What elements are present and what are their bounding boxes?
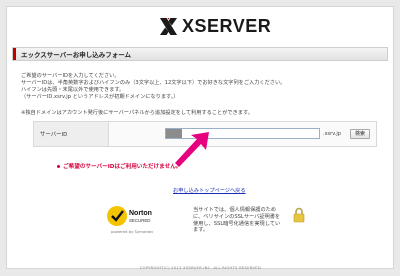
padlock-icon xyxy=(293,207,305,223)
xserver-x-logo-icon xyxy=(159,17,178,35)
error-message: ご希望のサーバーIDはご利用いただけません。 xyxy=(57,162,181,170)
instruction-line: （サーバーID.xsrv.jp というアドレスが初期ドメインになります。） xyxy=(21,94,179,100)
instruction-line: ハイフンは先頭・末尾以外で使用できます。 xyxy=(21,87,125,93)
norton-secured-badge[interactable]: Norton SECURED xyxy=(106,204,156,228)
back-to-top-link[interactable]: お申し込みトップページへ戻る xyxy=(173,187,246,194)
xserver-logo[interactable]: XSERVER xyxy=(159,14,271,38)
server-id-field-body: .xsrv.jp 検索 xyxy=(109,122,376,146)
server-id-label: サーバーID xyxy=(34,122,109,146)
norton-sub: SECURED xyxy=(129,218,150,223)
search-button[interactable]: 検索 xyxy=(350,129,370,139)
brand-name: XSERVER xyxy=(182,15,272,36)
form-title: エックスサーバーお申し込みフォーム xyxy=(21,51,132,59)
error-text: ご希望のサーバーIDはご利用いただけません。 xyxy=(63,164,182,170)
norton-brand: Norton xyxy=(129,210,152,217)
domain-notice: ※独自ドメインはアカウント発行後にサーバーパネルから追加設定をして利用することが… xyxy=(21,110,253,116)
instruction-line: ご希望のサーバーIDを入力してください。 xyxy=(21,73,120,79)
instructions: ご希望のサーバーIDを入力してください。 サーバーIDは、半角英数字およびハイフ… xyxy=(21,73,341,101)
copyright: COPYRIGHT(C) 2013 XSERVER INC. ALL RIGHT… xyxy=(139,265,263,270)
domain-suffix: .xsrv.jp xyxy=(323,131,341,137)
norton-checkmark-seal-icon: Norton SECURED xyxy=(107,206,152,226)
form-title-bar: エックスサーバーお申し込みフォーム xyxy=(12,47,388,61)
application-page: XSERVER エックスサーバーお申し込みフォーム ご希望のサーバーIDを入力し… xyxy=(6,6,394,270)
norton-powered-by: powered by Symantec xyxy=(111,229,154,234)
error-bullet-icon xyxy=(57,164,60,168)
instruction-line: サーバーIDは、半角英数字およびハイフンのみ（3文字以上、12文字以下）でお好き… xyxy=(21,80,286,86)
ssl-note: 当サイトでは、個人情報保護のために、ベリサインのSSLサーバ証明書を使用し、SS… xyxy=(193,207,281,234)
